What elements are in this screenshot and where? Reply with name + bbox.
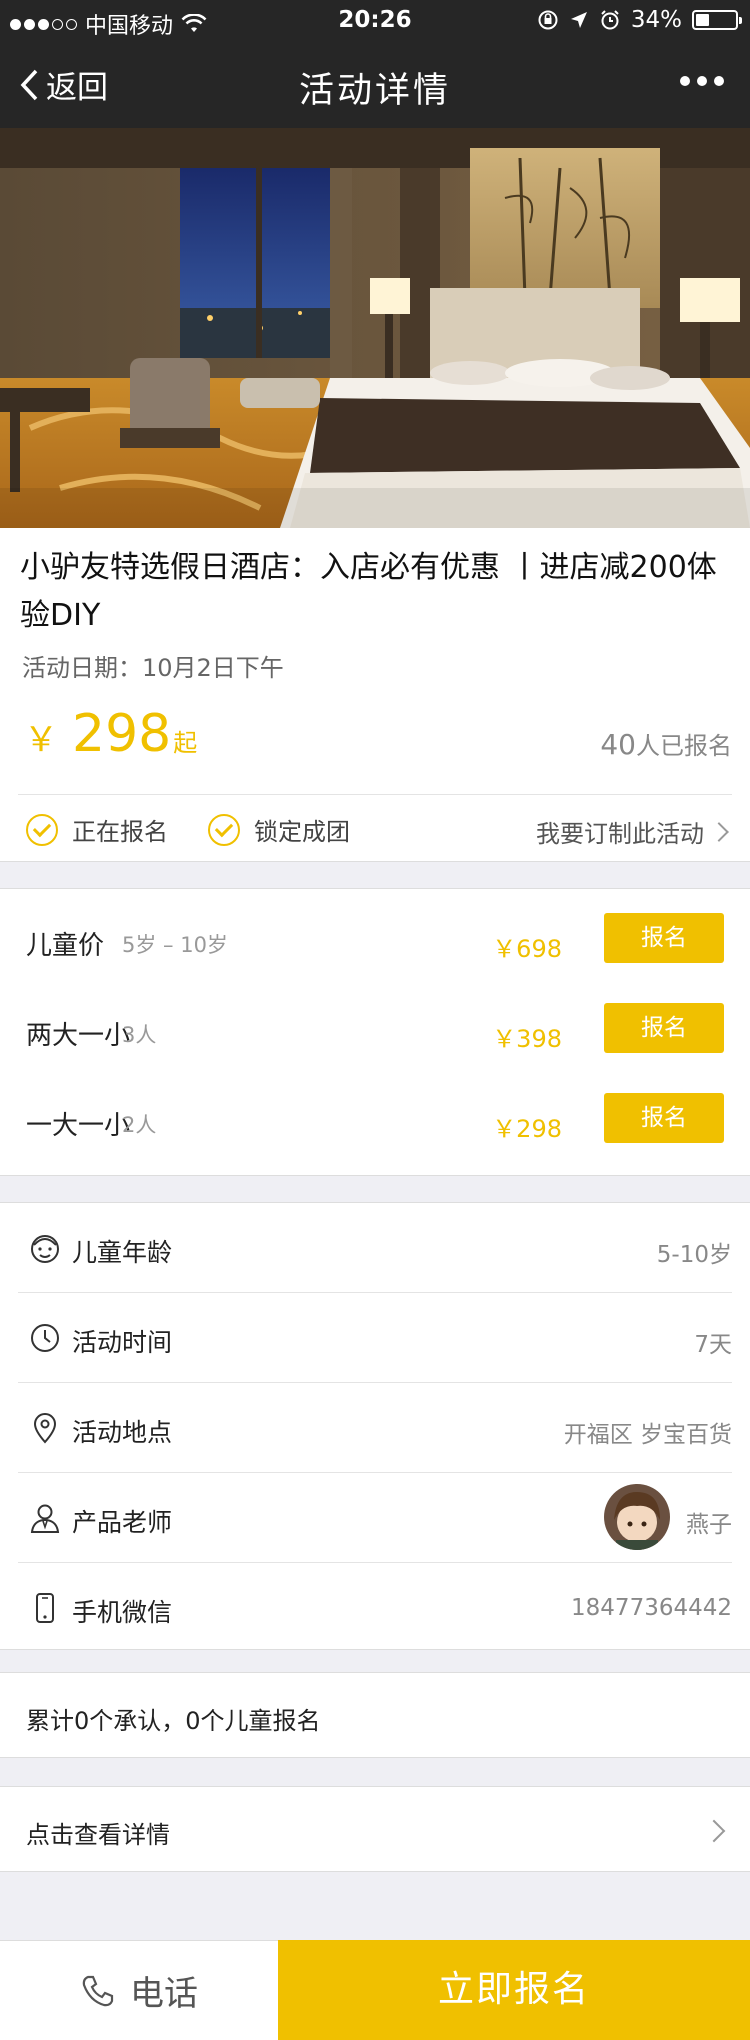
tag-group-locked: 锁定成团 [208, 812, 350, 847]
detail-row-phone: 手机微信 18477364442 [18, 1563, 732, 1653]
activity-price: ￥ 298 起 [24, 704, 197, 764]
teacher-avatar[interactable] [604, 1484, 670, 1550]
detail-row-child-age: 儿童年龄 5-10岁 [18, 1203, 732, 1293]
price-row-one-adult-one-child: 一大一小 2人 ￥298 报名 [0, 1093, 750, 1153]
detail-value: 燕子 [686, 1512, 732, 1538]
customize-label: 我要订制此活动 [536, 820, 704, 848]
battery-percent: 34% [630, 7, 682, 33]
pricing-card: 儿童价 5岁 – 10岁 ￥698 报名 两大一小 3人 ￥398 报名 一大一… [0, 888, 750, 1176]
enrolled-number: 40 [600, 728, 636, 761]
call-button[interactable]: 电话 [0, 1940, 278, 2040]
status-right: 34% [537, 7, 742, 33]
price-row-two-adults-one-child: 两大一小 3人 ￥398 报名 [0, 1003, 750, 1063]
teacher-icon [30, 1504, 60, 1533]
price-option-name: 一大一小 [26, 1111, 131, 1141]
detail-value[interactable]: 18477364442 [571, 1595, 732, 1621]
detail-label: 活动时间 [72, 1328, 173, 1357]
detail-row-duration: 活动时间 7天 [18, 1293, 732, 1383]
price-option-amount: ￥298 [492, 1115, 562, 1143]
price-option-name: 儿童价 [26, 931, 105, 961]
chevron-right-icon [709, 821, 729, 842]
price-option-amount: ￥698 [492, 935, 562, 963]
child-face-icon [31, 1235, 59, 1263]
detail-label: 手机微信 [72, 1598, 173, 1627]
price-option-amount: ￥398 [492, 1025, 562, 1053]
view-details-link[interactable]: 点击查看详情 [0, 1786, 750, 1872]
rotation-lock-icon [538, 10, 558, 30]
check-circle-icon [26, 813, 58, 846]
activity-date: 活动日期：10月2日下午 [22, 654, 284, 682]
summary-text: 累计0个承认，0个儿童报名 [26, 1707, 321, 1735]
price-option-name: 两大一小 [26, 1021, 131, 1051]
price-option-detail: 3人 [122, 1023, 157, 1047]
more-dot-icon [697, 76, 707, 86]
phone-handset-icon [82, 1975, 114, 2006]
tag-label: 正在报名 [72, 818, 168, 846]
view-details-label: 点击查看详情 [26, 1821, 170, 1849]
alarm-icon [601, 10, 619, 30]
check-circle-icon [208, 813, 240, 846]
price-suffix: 起 [173, 729, 198, 757]
status-tags: 正在报名 锁定成团 [26, 812, 350, 847]
signup-button[interactable]: 报名 [604, 1093, 724, 1143]
tag-label: 锁定成团 [254, 818, 350, 846]
location-arrow-icon [570, 12, 587, 28]
detail-label: 产品老师 [72, 1508, 173, 1537]
navigation-bar: 返回 活动详情 [0, 40, 750, 128]
clock-icon [31, 1324, 59, 1352]
status-bar: 中国移动 20:26 34% [0, 0, 750, 40]
more-dot-icon [680, 76, 690, 86]
hotel-room-illustration [0, 128, 750, 528]
detail-row-teacher: 产品老师 燕子 [18, 1473, 732, 1563]
more-dot-icon [714, 76, 724, 86]
price-currency: ￥ [24, 720, 58, 760]
tag-enrolling: 正在报名 [26, 812, 168, 847]
detail-value: 5-10岁 [656, 1242, 732, 1268]
chevron-right-icon [702, 1819, 726, 1843]
phone-icon [36, 1593, 54, 1623]
more-options-button[interactable] [680, 76, 724, 86]
detail-row-location: 活动地点 开福区 岁宝百货 [18, 1383, 732, 1473]
enrollment-summary: 累计0个承认，0个儿童报名 [0, 1672, 750, 1758]
location-pin-icon [33, 1413, 57, 1444]
price-value: 298 [72, 704, 172, 764]
price-row-child: 儿童价 5岁 – 10岁 ￥698 报名 [0, 913, 750, 973]
activity-title: 小驴友特选假日酒店：入店必有优惠 丨进店减200体验DIY [20, 550, 717, 633]
price-option-detail: 5岁 – 10岁 [122, 933, 228, 957]
signup-button[interactable]: 报名 [604, 1003, 724, 1053]
activity-details-card: 儿童年龄 5-10岁 活动时间 7天 活动地点 开福区 岁宝百货 产品老师 燕子… [0, 1202, 750, 1650]
detail-value: 7天 [694, 1332, 732, 1358]
call-label: 电话 [130, 1974, 198, 2014]
hero-image [0, 128, 750, 528]
customize-activity-link[interactable]: 我要订制此活动 [536, 814, 729, 849]
enrolled-label: 人已报名 [636, 732, 732, 760]
detail-value: 开福区 岁宝百货 [563, 1422, 732, 1448]
signup-button[interactable]: 报名 [604, 913, 724, 963]
divider [18, 794, 732, 795]
signup-now-button[interactable]: 立即报名 [278, 1940, 750, 2040]
enrolled-count: 40 人已报名 [600, 726, 732, 761]
price-option-detail: 2人 [122, 1113, 157, 1137]
page-title: 活动详情 [298, 71, 451, 111]
detail-label: 活动地点 [72, 1418, 173, 1447]
detail-label: 儿童年龄 [72, 1238, 173, 1267]
bottom-action-bar: 电话 立即报名 [0, 1940, 750, 2040]
battery-icon [692, 10, 742, 30]
activity-info-card: 小驴友特选假日酒店：入店必有优惠 丨进店减200体验DIY 活动日期：10月2日… [0, 528, 750, 862]
top-bar: 中国移动 20:26 34% 返回 活动详情 [0, 0, 750, 128]
